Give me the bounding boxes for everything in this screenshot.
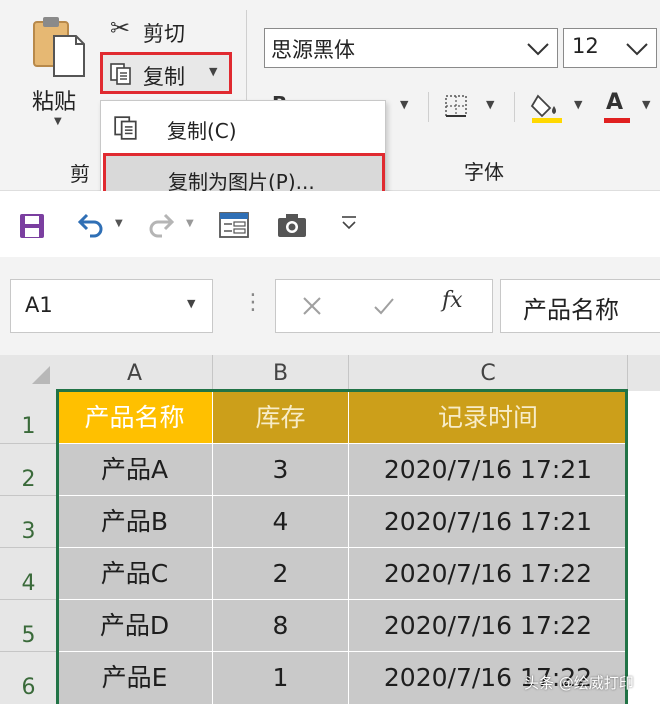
column-header-c[interactable]: C: [349, 355, 628, 391]
underline-dropdown-arrow[interactable]: ▼: [400, 98, 408, 111]
row-header-1[interactable]: 1: [0, 391, 57, 444]
table-cell[interactable]: 2020/7/16 17:21: [349, 496, 628, 548]
watermark: 头条 @绘威打印: [524, 674, 634, 692]
fill-color-dropdown-arrow[interactable]: ▼: [574, 98, 582, 111]
table-cell[interactable]: 4: [213, 496, 349, 548]
table-cell[interactable]: 1: [213, 652, 349, 704]
column-header-a[interactable]: A: [57, 355, 213, 391]
ribbon-row-separator: [514, 92, 515, 122]
formula-bar-splitter[interactable]: ⋮: [242, 290, 264, 315]
name-box[interactable]: A1 ▼: [10, 279, 213, 333]
menu-item-copy[interactable]: 复制(C): [101, 107, 385, 151]
table-cell[interactable]: 8: [213, 600, 349, 652]
paste-icon[interactable]: [30, 14, 86, 78]
table-cell[interactable]: 2020/7/16 17:22: [349, 548, 628, 600]
table-header-cell[interactable]: 库存: [213, 391, 349, 444]
checkmark-icon[interactable]: [370, 292, 398, 320]
name-box-dropdown-arrow[interactable]: ▼: [187, 297, 195, 310]
form-icon[interactable]: [218, 210, 250, 240]
column-header-b[interactable]: B: [213, 355, 349, 391]
camera-icon[interactable]: [276, 210, 308, 240]
table-cell[interactable]: 产品C: [57, 548, 213, 600]
paste-button-label[interactable]: 粘贴: [32, 84, 76, 116]
font-size-select[interactable]: 12: [563, 28, 657, 68]
formula-buttons: fx: [275, 279, 493, 333]
save-icon[interactable]: [18, 212, 46, 240]
font-color-glyph: A: [606, 90, 624, 115]
font-color-dropdown-arrow[interactable]: ▼: [642, 98, 650, 111]
copy-button[interactable]: 复制 ▼: [100, 52, 232, 94]
table-cell[interactable]: 2020/7/16 17:22: [349, 600, 628, 652]
copy-icon: [110, 63, 131, 85]
redo-dropdown-arrow[interactable]: ▼: [186, 218, 194, 229]
paste-dropdown-arrow[interactable]: ▼: [54, 116, 62, 127]
ribbon-row-separator: [428, 92, 429, 122]
font-group-label: 字体: [464, 160, 504, 184]
name-box-value: A1: [25, 293, 53, 317]
redo-icon[interactable]: [146, 210, 176, 240]
table-header-cell[interactable]: 记录时间: [349, 391, 628, 444]
border-dropdown-arrow[interactable]: ▼: [486, 98, 494, 111]
cut-button-label[interactable]: 剪切: [143, 18, 185, 48]
table-cell[interactable]: 产品B: [57, 496, 213, 548]
formula-input[interactable]: 产品名称: [500, 279, 660, 333]
table-cell[interactable]: 2020/7/16 17:21: [349, 444, 628, 496]
clipboard-group-label: 剪: [70, 162, 90, 186]
row-header-3[interactable]: 3: [0, 496, 57, 548]
table-cell[interactable]: 产品A: [57, 444, 213, 496]
table-cell[interactable]: 2: [213, 548, 349, 600]
copy-dropdown-arrow[interactable]: ▼: [209, 65, 217, 78]
column-header-d[interactable]: [628, 355, 660, 391]
row-header-5[interactable]: 5: [0, 600, 57, 652]
font-color-bar: [604, 118, 630, 123]
undo-dropdown-arrow[interactable]: ▼: [115, 218, 123, 229]
font-size-value: 12: [572, 34, 599, 58]
undo-icon[interactable]: [76, 210, 106, 240]
row-header-4[interactable]: 4: [0, 548, 57, 600]
row-header-2[interactable]: 2: [0, 444, 57, 496]
select-all-triangle-icon[interactable]: [30, 364, 50, 384]
copy-icon: [114, 116, 137, 140]
copy-button-label: 复制: [143, 65, 185, 89]
fill-color-icon[interactable]: [530, 90, 564, 124]
scissors-icon[interactable]: ✂: [110, 14, 130, 42]
table-header-cell[interactable]: 产品名称: [57, 391, 213, 444]
table-cell[interactable]: 产品E: [57, 652, 213, 704]
close-icon[interactable]: [298, 292, 326, 320]
border-icon[interactable]: [444, 94, 468, 118]
font-color-icon[interactable]: A: [602, 90, 632, 124]
table-cell[interactable]: 产品D: [57, 600, 213, 652]
font-name-select[interactable]: 思源黑体: [264, 28, 558, 68]
chevron-down-icon[interactable]: [525, 35, 551, 61]
table-cell[interactable]: 3: [213, 444, 349, 496]
formula-value: 产品名称: [523, 296, 619, 324]
chevron-down-icon[interactable]: [624, 35, 650, 61]
row-header-6[interactable]: 6: [0, 652, 57, 704]
font-name-value: 思源黑体: [271, 38, 355, 62]
menu-item-label: 复制(C): [167, 119, 237, 143]
customize-toolbar-icon[interactable]: [338, 212, 360, 234]
insert-function-icon[interactable]: fx: [442, 288, 463, 313]
